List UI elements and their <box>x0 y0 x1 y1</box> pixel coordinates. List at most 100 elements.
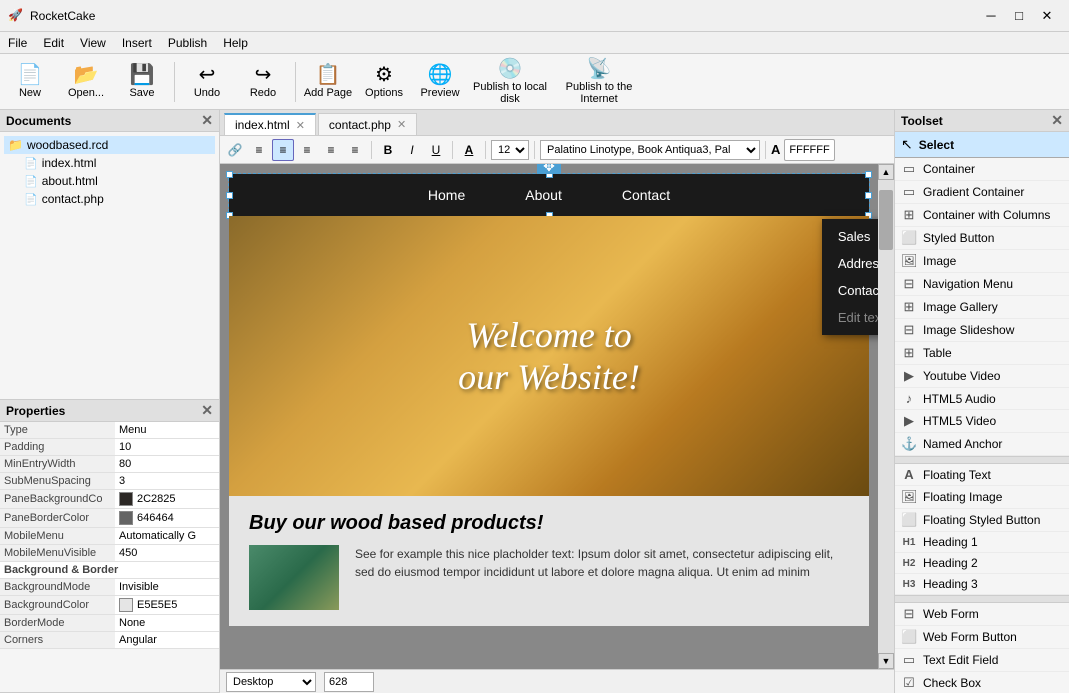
tool-image-slideshow[interactable]: ⊟ Image Slideshow <box>895 319 1069 342</box>
dropdown-sales[interactable]: Sales <box>822 223 878 250</box>
preview-button[interactable]: 🌐 Preview <box>414 58 466 106</box>
canvas-vertical-scrollbar[interactable]: ▲ ▼ <box>878 164 894 669</box>
font-name-select[interactable]: Palatino Linotype, Book Antiqua3, Pal <box>540 140 760 160</box>
scroll-track[interactable] <box>878 180 894 653</box>
close-button[interactable]: ✕ <box>1033 6 1061 26</box>
canvas-scroll[interactable]: ✥ Home About Contact Sales Address in th… <box>220 164 878 669</box>
maximize-button[interactable]: □ <box>1005 6 1033 26</box>
tool-image-gallery[interactable]: ⊞ Image Gallery <box>895 296 1069 319</box>
align-full-button[interactable]: ≡ <box>344 139 366 161</box>
html5-video-icon: ▶ <box>901 413 917 429</box>
container-label: Container <box>923 162 975 176</box>
tool-check-box[interactable]: ☑ Check Box <box>895 672 1069 693</box>
canvas-wrapper: ✥ Home About Contact Sales Address in th… <box>220 164 894 669</box>
dropdown-contact-form[interactable]: Contact Form <box>822 277 878 304</box>
tool-floating-image[interactable]: 🖼 Floating Image <box>895 486 1069 509</box>
menu-view[interactable]: View <box>72 32 114 53</box>
canvas-width-input[interactable] <box>324 672 374 692</box>
view-mode-select[interactable]: Desktop Mobile Tablet <box>226 672 316 692</box>
project-item[interactable]: 📁 woodbased.rcd <box>4 136 215 154</box>
heading-2-label: Heading 2 <box>923 556 978 570</box>
bold-button[interactable]: B <box>377 139 399 161</box>
file-item-contact[interactable]: 📄 contact.php <box>20 190 215 208</box>
open-button[interactable]: 📂 Open... <box>60 58 112 106</box>
toolset-close[interactable]: ✕ <box>1051 112 1063 129</box>
tab-contact-close[interactable]: ✕ <box>397 118 406 131</box>
italic-button[interactable]: I <box>401 139 423 161</box>
text-color-label: A <box>771 142 780 157</box>
tab-index[interactable]: index.html ✕ <box>224 113 316 135</box>
nav-contact[interactable]: Contact Sales Address in the US Contact … <box>622 177 670 213</box>
heading-2-icon: H2 <box>901 558 917 569</box>
text-color-value: FFFFFF <box>789 144 829 156</box>
nav-home[interactable]: Home <box>428 177 465 213</box>
toolset-select[interactable]: ↖ Select <box>895 132 1069 158</box>
tool-image[interactable]: 🖼 Image <box>895 250 1069 273</box>
scroll-up-button[interactable]: ▲ <box>878 164 894 180</box>
tool-container[interactable]: ▭ Container <box>895 158 1069 181</box>
new-button[interactable]: 📄 New <box>4 58 56 106</box>
link-button[interactable]: 🔗 <box>224 139 246 161</box>
menu-insert[interactable]: Insert <box>114 32 160 53</box>
align-justify-button[interactable]: ≡ <box>248 139 270 161</box>
scroll-thumb[interactable] <box>879 190 893 250</box>
tool-gradient-container[interactable]: ▭ Gradient Container <box>895 181 1069 204</box>
tool-floating-styled-button[interactable]: ⬜ Floating Styled Button <box>895 509 1069 532</box>
align-right-button[interactable]: ≡ <box>296 139 318 161</box>
undo-icon: ↩ <box>199 65 216 85</box>
tool-named-anchor[interactable]: ⚓ Named Anchor <box>895 433 1069 456</box>
tool-heading-1[interactable]: H1 Heading 1 <box>895 532 1069 553</box>
file-item-index[interactable]: 📄 index.html <box>20 154 215 172</box>
tool-heading-3[interactable]: H3 Heading 3 <box>895 574 1069 595</box>
font-color-button[interactable]: A <box>458 139 480 161</box>
undo-button[interactable]: ↩ Undo <box>181 58 233 106</box>
nav-bar[interactable]: ✥ Home About Contact Sales Address in th… <box>229 174 869 216</box>
move-handle[interactable]: ✥ <box>537 164 561 174</box>
underline-button[interactable]: U <box>425 139 447 161</box>
publish-net-button[interactable]: 📡 Publish to the Internet <box>554 58 644 106</box>
file-icon-index: 📄 <box>24 157 38 170</box>
container-columns-icon: ⊞ <box>901 207 917 223</box>
handle-tl <box>226 171 233 178</box>
align-left-button[interactable]: ≡ <box>320 139 342 161</box>
tool-table[interactable]: ⊞ Table <box>895 342 1069 365</box>
tool-text-edit-field[interactable]: ▭ Text Edit Field <box>895 649 1069 672</box>
table-icon: ⊞ <box>901 345 917 361</box>
menu-publish[interactable]: Publish <box>160 32 215 53</box>
floating-image-label: Floating Image <box>923 490 1002 504</box>
tool-web-form-button[interactable]: ⬜ Web Form Button <box>895 626 1069 649</box>
text-color-picker[interactable]: FFFFFF <box>784 139 834 161</box>
tool-navigation-menu[interactable]: ⊟ Navigation Menu <box>895 273 1069 296</box>
addpage-button[interactable]: 📋 Add Page <box>302 58 354 106</box>
dropdown-edit-text[interactable]: Edit text here <box>822 304 878 331</box>
tab-index-close[interactable]: ✕ <box>296 119 305 132</box>
file-item-about[interactable]: 📄 about.html <box>20 172 215 190</box>
options-button[interactable]: ⚙ Options <box>358 58 410 106</box>
menu-file[interactable]: File <box>0 32 35 53</box>
styled-button-label: Styled Button <box>923 231 994 245</box>
minimize-button[interactable]: ─ <box>977 6 1005 26</box>
scroll-down-button[interactable]: ▼ <box>878 653 894 669</box>
tool-floating-text[interactable]: A Floating Text <box>895 464 1069 486</box>
tab-contact-label: contact.php <box>329 118 391 132</box>
tool-youtube-video[interactable]: ▶ Youtube Video <box>895 365 1069 388</box>
save-button[interactable]: 💾 Save <box>116 58 168 106</box>
redo-button[interactable]: ↪ Redo <box>237 58 289 106</box>
tab-contact[interactable]: contact.php ✕ <box>318 113 417 135</box>
publish-disk-button[interactable]: 💿 Publish to local disk <box>470 58 550 106</box>
properties-close[interactable]: ✕ <box>201 402 213 419</box>
tool-container-columns[interactable]: ⊞ Container with Columns <box>895 204 1069 227</box>
font-size-select[interactable]: 12 14 16 18 <box>491 140 529 160</box>
align-center-button[interactable]: ≡ <box>272 139 294 161</box>
tool-web-form[interactable]: ⊟ Web Form <box>895 603 1069 626</box>
documents-close[interactable]: ✕ <box>201 112 213 129</box>
tool-html5-video[interactable]: ▶ HTML5 Video <box>895 410 1069 433</box>
tool-styled-button[interactable]: ⬜ Styled Button <box>895 227 1069 250</box>
dropdown-address[interactable]: Address in the US <box>822 250 878 277</box>
tool-heading-2[interactable]: H2 Heading 2 <box>895 553 1069 574</box>
nav-about[interactable]: About <box>525 177 562 213</box>
menu-edit[interactable]: Edit <box>35 32 72 53</box>
tool-html5-audio[interactable]: ♪ HTML5 Audio <box>895 388 1069 410</box>
preview-icon: 🌐 <box>428 65 453 85</box>
menu-help[interactable]: Help <box>215 32 256 53</box>
